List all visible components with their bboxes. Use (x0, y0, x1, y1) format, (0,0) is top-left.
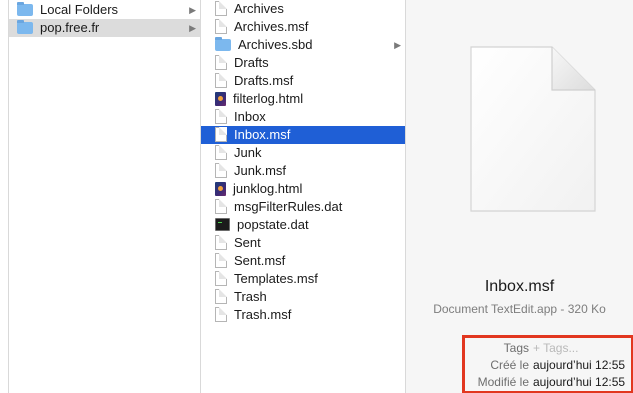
metadata-highlight-box: Tags + Tags... Créé le aujourd’hui 12:55… (462, 335, 633, 393)
preview-file-name: Inbox.msf (484, 278, 555, 295)
file-item-label: popstate.dat (237, 217, 309, 232)
file-item-label: Trash (234, 289, 267, 304)
document-icon (215, 199, 227, 215)
file-item-archives[interactable]: Archives (201, 0, 405, 18)
file-item-templates-msf[interactable]: Templates.msf (201, 270, 405, 288)
file-item-archives-msf[interactable]: Archives.msf (201, 18, 405, 36)
file-item-label: Inbox (234, 109, 266, 124)
file-item-trash-msf[interactable]: Trash.msf (201, 306, 405, 324)
html-file-icon (215, 91, 226, 106)
file-item-label: Junk (234, 145, 262, 160)
sidebar-column: Local Folders ▶ pop.free.fr ▶ (9, 0, 201, 393)
file-item-label: Archives.msf (234, 19, 309, 34)
file-item-junklog-html[interactable]: junklog.html (201, 180, 405, 198)
created-value: aujourd’hui 12:55 (533, 358, 626, 372)
file-item-label: Trash.msf (234, 307, 292, 322)
file-item-label: Templates.msf (234, 271, 318, 286)
file-item-popstate-dat[interactable]: popstate.dat (201, 216, 405, 234)
chevron-right-icon: ▶ (189, 23, 196, 33)
file-item-label: Drafts (234, 55, 269, 70)
file-item-label: filterlog.html (233, 91, 304, 106)
sidebar-item-label: Local Folders (40, 2, 119, 17)
column-left-edge (0, 0, 9, 393)
file-item-drafts[interactable]: Drafts (201, 54, 405, 72)
created-row: Créé le aujourd’hui 12:55 (465, 357, 631, 373)
document-icon (215, 235, 227, 251)
document-icon (215, 271, 227, 287)
file-item-label: Junk.msf (234, 163, 287, 178)
finder-window: Local Folders ▶ pop.free.fr ▶ Archives A… (0, 0, 633, 393)
document-icon (215, 19, 227, 35)
file-item-label: Archives (234, 1, 284, 16)
document-icon (215, 253, 227, 269)
file-item-label: Archives.sbd (238, 37, 313, 52)
sidebar-item-label: pop.free.fr (40, 20, 100, 35)
chevron-right-icon: ▶ (189, 5, 196, 15)
file-list-column: Archives Archives.msf Archives.sbd ▶ Dra… (201, 0, 406, 393)
file-item-junk[interactable]: Junk (201, 144, 405, 162)
file-item-label: Sent.msf (234, 253, 286, 268)
document-icon (215, 55, 227, 71)
modified-value: aujourd’hui 12:55 (533, 375, 626, 389)
file-item-sent[interactable]: Sent (201, 234, 405, 252)
folder-icon (17, 1, 33, 16)
file-item-label: msgFilterRules.dat (234, 199, 343, 214)
sidebar-item-local-folders[interactable]: Local Folders ▶ (9, 1, 200, 19)
document-icon (215, 73, 227, 89)
terminal-file-icon (215, 218, 230, 232)
tags-row: Tags + Tags... (465, 340, 631, 356)
file-item-archives-sbd[interactable]: Archives.sbd ▶ (201, 36, 405, 54)
document-icon (215, 163, 227, 179)
modified-label: Modifié le (477, 375, 529, 389)
document-icon (215, 1, 227, 17)
file-item-sent-msf[interactable]: Sent.msf (201, 252, 405, 270)
document-icon (215, 127, 227, 143)
file-item-inbox-msf[interactable]: Inbox.msf (201, 126, 405, 144)
file-item-junk-msf[interactable]: Junk.msf (201, 162, 405, 180)
folder-icon (215, 36, 231, 51)
html-file-icon (215, 181, 226, 196)
file-item-label: Drafts.msf (234, 73, 294, 88)
file-item-label: Sent (234, 235, 261, 250)
chevron-right-icon: ▶ (394, 40, 401, 50)
tags-label: Tags (503, 341, 529, 355)
file-item-msgfilterrules-dat[interactable]: msgFilterRules.dat (201, 198, 405, 216)
document-icon (215, 289, 227, 305)
tags-input[interactable]: + Tags... (533, 340, 578, 356)
sidebar-item-pop-free-fr[interactable]: pop.free.fr ▶ (9, 19, 200, 37)
folder-icon (17, 19, 33, 34)
modified-row: Modifié le aujourd’hui 12:55 (465, 374, 631, 390)
file-item-trash[interactable]: Trash (201, 288, 405, 306)
created-label: Créé le (490, 358, 529, 372)
document-icon (215, 145, 227, 161)
file-item-label: Inbox.msf (234, 127, 291, 142)
preview-file-kind: Document TextEdit.app - 320 Ko (433, 302, 606, 316)
file-item-label: junklog.html (233, 181, 303, 196)
file-item-inbox[interactable]: Inbox (201, 108, 405, 126)
document-icon (215, 307, 227, 323)
file-item-filterlog-html[interactable]: filterlog.html (201, 90, 405, 108)
document-icon (215, 109, 227, 125)
large-document-icon (470, 46, 596, 212)
file-item-drafts-msf[interactable]: Drafts.msf (201, 72, 405, 90)
